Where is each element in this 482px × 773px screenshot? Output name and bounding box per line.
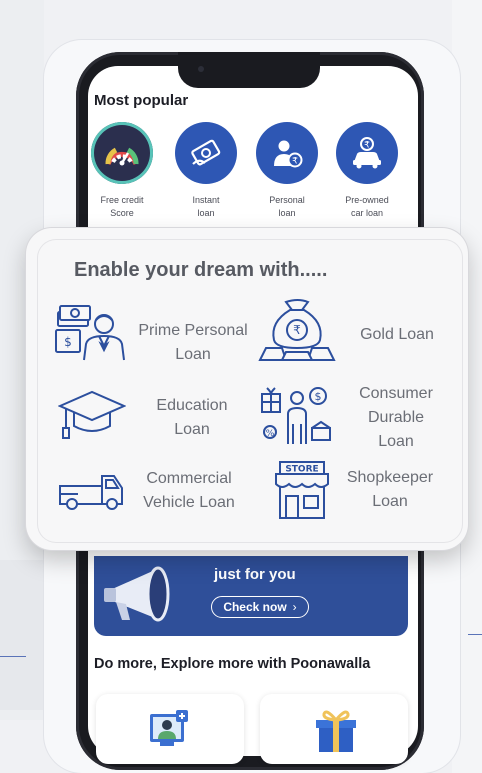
loan-label: Loan [175, 346, 211, 363]
loan-label: Gold Loan [360, 326, 434, 343]
explore-title: Do more, Explore more with Poonawalla [94, 656, 371, 672]
svg-text:₹: ₹ [293, 323, 301, 337]
decorative-line-right [468, 634, 482, 635]
loan-option-education[interactable]: Education Loan [142, 394, 242, 442]
popular-label: loan [278, 208, 296, 218]
popular-label: Score [110, 208, 134, 218]
loan-option-gold[interactable]: Gold Loan [352, 323, 442, 347]
loan-label: Shopkeeper [346, 469, 434, 486]
car-loan-icon: ₹ [336, 122, 398, 184]
loan-label: Loan [174, 421, 210, 438]
loan-label: Prime Personal [138, 322, 248, 339]
popular-label: car loan [350, 208, 384, 218]
popular-label: Free credit [100, 195, 144, 205]
banner-headline: just for you [214, 566, 296, 583]
check-now-button[interactable]: Check now › [211, 596, 309, 618]
svg-text:₹: ₹ [292, 157, 298, 167]
loan-label: Consumer [359, 385, 433, 402]
popular-item-car-loan[interactable]: ₹ Pre-owned car loan [331, 122, 403, 220]
loan-label: Durable [367, 409, 425, 426]
instant-loan-icon [175, 122, 237, 184]
decorative-line-left [0, 656, 26, 657]
background-panel-bottom-left [0, 560, 44, 710]
popular-item-credit-score[interactable]: Free credit Score [86, 122, 158, 220]
popular-label: Pre-owned [345, 195, 389, 205]
loan-option-commercial-vehicle[interactable]: Commercial Vehicle Loan [134, 467, 244, 515]
loan-label: Commercial [146, 470, 232, 487]
loan-label: Loan [372, 493, 408, 510]
loan-label: Loan [378, 433, 414, 450]
svg-text:%: % [266, 429, 275, 439]
popular-label: Instant [192, 195, 220, 205]
most-popular-title: Most popular [94, 92, 189, 109]
megaphone-icon [104, 566, 170, 622]
consumer-durable-icon: $ % [261, 387, 331, 444]
check-now-label: Check now [223, 600, 287, 614]
loan-option-consumer-durable[interactable]: Consumer Durable Loan [346, 382, 446, 454]
money-bag-gold-icon: ₹ [258, 299, 336, 361]
chevron-right-icon: › [292, 600, 297, 614]
svg-text:$: $ [64, 335, 72, 349]
popular-label: Personal [269, 195, 305, 205]
store-icon: STORE [275, 461, 329, 519]
gift-box-icon [316, 710, 356, 752]
explore-tile-gift[interactable] [260, 694, 408, 764]
explore-tile-doctor[interactable] [96, 694, 244, 764]
dream-card-title: Enable your dream with..... [74, 259, 328, 281]
personal-loan-icon: ₹ [256, 122, 318, 184]
loan-option-prime-personal[interactable]: Prime Personal Loan [130, 319, 256, 367]
online-doctor-icon [150, 710, 188, 746]
loan-label: Education [156, 397, 228, 414]
truck-icon [59, 475, 123, 510]
popular-item-personal-loan[interactable]: ₹ Personal loan [251, 122, 323, 220]
svg-text:$: $ [315, 390, 322, 403]
phone-notch [178, 52, 320, 88]
credit-score-gauge-icon [91, 122, 153, 184]
camera-dot [198, 66, 204, 72]
person-cash-icon: $ [55, 305, 125, 361]
loan-option-shopkeeper[interactable]: Shopkeeper Loan [338, 466, 442, 514]
svg-text:₹: ₹ [364, 141, 370, 151]
popular-item-instant-loan[interactable]: Instant loan [170, 122, 242, 220]
loan-label: Vehicle Loan [143, 494, 235, 511]
popular-label: loan [197, 208, 215, 218]
graduation-cap-icon [58, 390, 126, 439]
